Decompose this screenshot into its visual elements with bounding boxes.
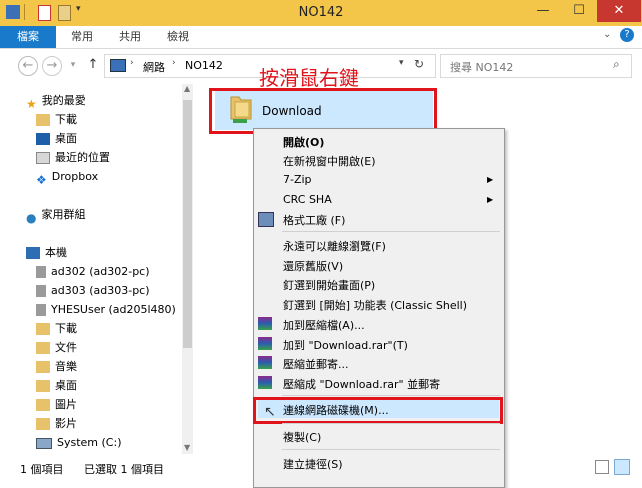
recent-places-icon (36, 152, 50, 164)
nav-item-videos[interactable]: 影片 (36, 414, 77, 433)
star-icon: ★ (26, 97, 37, 111)
computer-icon (26, 247, 40, 259)
dropbox-icon: ❖ (36, 173, 47, 187)
menu-item-7zip[interactable]: 7-Zip (283, 173, 312, 186)
status-selected-count: 已選取 1 個項目 (84, 463, 164, 476)
nav-item-music[interactable]: 音樂 (36, 357, 77, 376)
sidebar-scroll-thumb[interactable] (183, 100, 192, 348)
network-computer-icon (36, 266, 46, 278)
tab-view[interactable]: 檢視 (158, 26, 198, 48)
music-folder-icon (36, 361, 50, 373)
menu-separator (282, 449, 500, 450)
homegroup-icon: ● (26, 211, 37, 225)
breadcrumb-current[interactable]: NO142 (185, 59, 223, 72)
search-icon[interactable]: ⌕ (613, 57, 620, 72)
breadcrumb-network[interactable]: 網路 (143, 59, 165, 75)
help-icon[interactable]: ? (620, 28, 634, 42)
nav-item-recent[interactable]: 最近的位置 (36, 148, 110, 167)
nav-this-pc[interactable]: 本機 (26, 243, 67, 262)
menu-item-open[interactable]: 開啟(O) (283, 134, 324, 150)
breadcrumb-chevron-icon[interactable]: › (172, 58, 176, 68)
winrar-icon (258, 317, 272, 330)
nav-item-yhesuser[interactable]: YHESUser (ad205l480) (36, 300, 176, 319)
nav-item-downloads[interactable]: 下載 (36, 110, 77, 129)
recent-locations-icon[interactable]: ▾ (64, 56, 82, 74)
map-drive-highlight-box (253, 397, 503, 424)
details-view-icon[interactable] (595, 460, 609, 474)
nav-item-pc-downloads[interactable]: 下載 (36, 319, 77, 338)
menu-item-compress-rar-email[interactable]: 壓縮成 "Download.rar" 並郵寄 (283, 376, 440, 392)
nav-homegroup[interactable]: ● 家用群組 (26, 205, 85, 225)
nav-item-ad302[interactable]: ad302 (ad302-pc) (36, 262, 150, 281)
menu-item-offline[interactable]: 永遠可以離線瀏覽(F) (283, 238, 386, 254)
mouse-cursor-icon: ↖ (264, 404, 276, 420)
up-button[interactable]: ↑ (84, 56, 102, 74)
menu-item-add-archive[interactable]: 加到壓縮檔(A)... (283, 317, 365, 333)
refresh-icon[interactable]: ↻ (414, 57, 424, 71)
menu-item-format-factory[interactable]: 格式工廠 (F) (283, 212, 345, 228)
nav-item-ad303[interactable]: ad303 (ad303-pc) (36, 281, 150, 300)
scroll-down-icon[interactable]: ▼ (184, 443, 190, 452)
menu-item-pin-start[interactable]: 釘選到開始畫面(P) (283, 277, 375, 293)
nav-favorites[interactable]: ★ 我的最愛 (26, 91, 86, 111)
network-computer-icon (36, 285, 46, 297)
nav-item-dropbox[interactable]: ❖ Dropbox (36, 167, 98, 187)
menu-separator (282, 423, 500, 424)
nav-item-desktop[interactable]: 桌面 (36, 129, 77, 148)
nav-item-pc-desktop[interactable]: 桌面 (36, 376, 77, 395)
scroll-up-icon[interactable]: ▲ (184, 84, 190, 93)
winrar-icon (258, 356, 272, 369)
tab-home[interactable]: 常用 (62, 26, 102, 48)
nav-item-documents[interactable]: 文件 (36, 338, 77, 357)
right-click-annotation: 按滑鼠右鍵 (259, 66, 359, 90)
winrar-icon (258, 337, 272, 350)
submenu-arrow-icon: ▶ (487, 175, 494, 184)
downloads-folder-icon (36, 323, 50, 335)
menu-item-compress-email[interactable]: 壓縮並郵寄... (283, 356, 349, 372)
status-item-count: 1 個項目 (20, 463, 64, 476)
network-computer-icon (36, 304, 46, 316)
menu-separator (282, 231, 500, 232)
desktop-icon (36, 133, 50, 145)
maximize-button[interactable]: ☐ (561, 0, 597, 22)
menu-item-pin-classic-shell[interactable]: 釘選到 [開始] 功能表 (Classic Shell) (283, 297, 467, 313)
breadcrumb-chevron-icon[interactable]: › (130, 58, 134, 68)
documents-folder-icon (36, 342, 50, 354)
nav-item-pictures[interactable]: 圖片 (36, 395, 77, 414)
drive-icon (36, 437, 52, 449)
forward-button[interactable]: → (42, 56, 62, 76)
menu-item-add-download-rar[interactable]: 加到 "Download.rar"(T) (283, 337, 408, 353)
search-input[interactable]: 搜尋 NO142 (450, 59, 513, 75)
tab-file[interactable]: 檔案 (0, 26, 56, 48)
format-factory-icon (258, 212, 274, 227)
desktop-folder-icon (36, 380, 50, 392)
nav-item-system-c[interactable]: System (C:) (36, 433, 122, 452)
menu-item-crc-sha[interactable]: CRC SHA (283, 193, 332, 206)
menu-item-restore-previous[interactable]: 還原舊版(V) (283, 258, 343, 274)
videos-folder-icon (36, 418, 50, 430)
submenu-arrow-icon: ▶ (487, 195, 494, 204)
downloads-folder-icon (36, 114, 50, 126)
minimize-button[interactable]: — (525, 0, 561, 22)
back-button[interactable]: ← (18, 56, 38, 76)
address-dropdown-icon[interactable]: ▾ (399, 58, 404, 68)
tab-share[interactable]: 共用 (110, 26, 150, 48)
menu-separator (282, 395, 500, 396)
network-icon (110, 59, 126, 72)
menu-item-copy[interactable]: 複製(C) (283, 429, 321, 445)
close-button[interactable]: ✕ (597, 0, 641, 22)
pictures-folder-icon (36, 399, 50, 411)
ribbon-expand-icon[interactable]: ⌄ (603, 29, 611, 40)
menu-item-open-new-window[interactable]: 在新視窗中開啟(E) (283, 153, 376, 169)
winrar-icon (258, 376, 272, 389)
large-icons-view-icon[interactable] (614, 459, 630, 475)
